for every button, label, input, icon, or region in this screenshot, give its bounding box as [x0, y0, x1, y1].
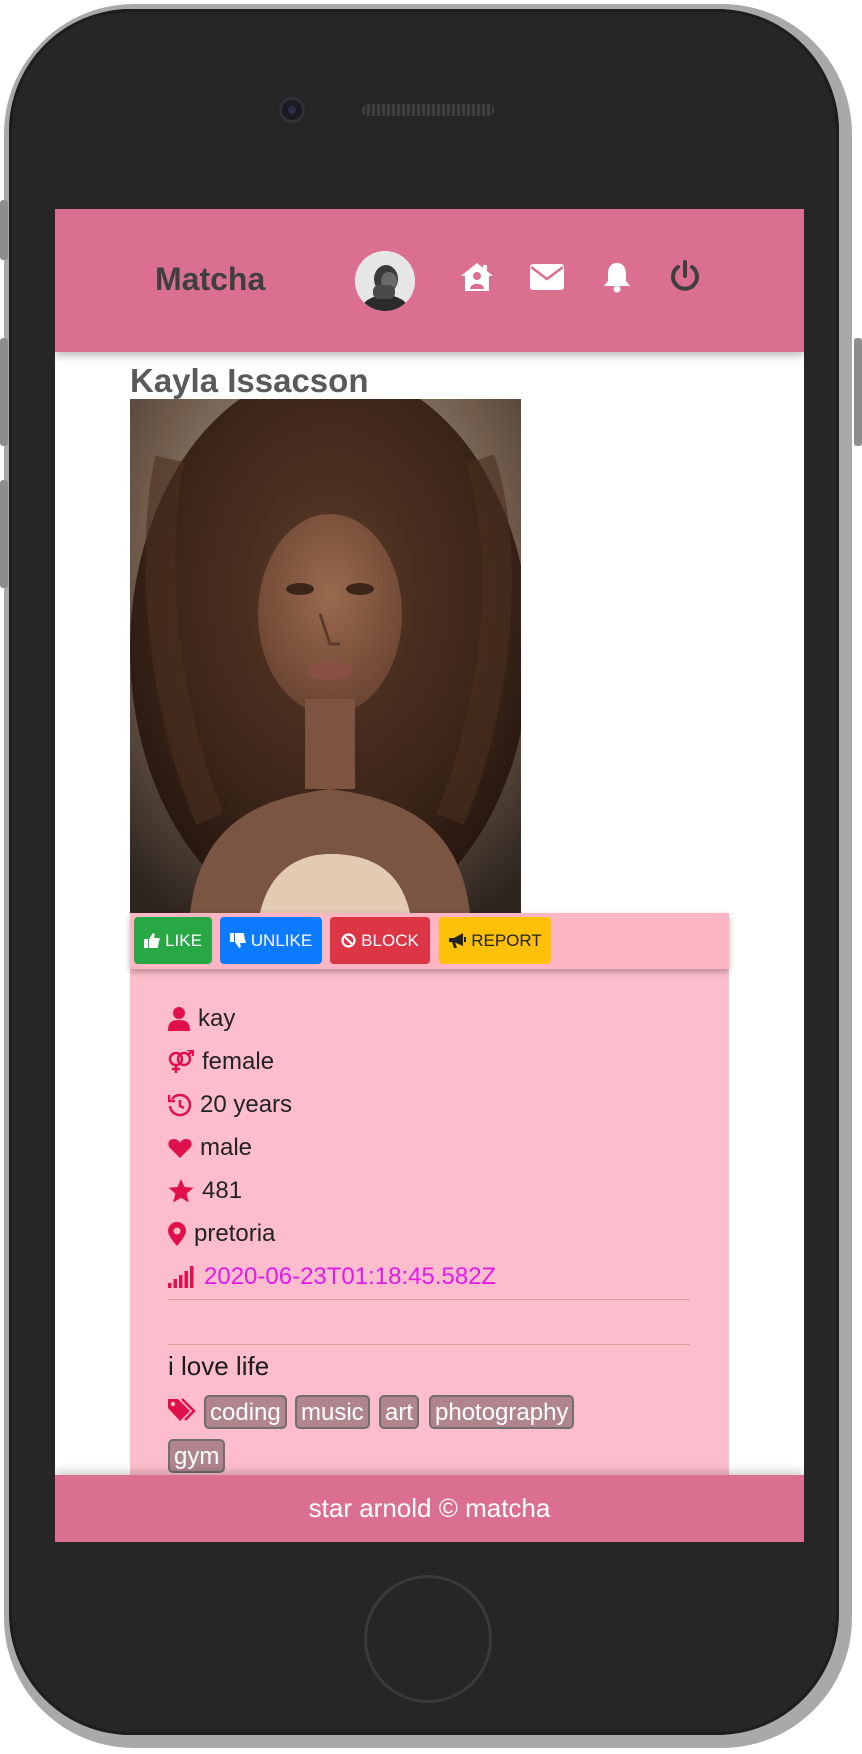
- tag-chip[interactable]: music: [295, 1395, 370, 1429]
- star-icon: [168, 1179, 194, 1203]
- age-value: 20 years: [200, 1091, 293, 1118]
- username-value: kay: [198, 1005, 236, 1032]
- ban-icon: [341, 933, 356, 948]
- phone-side-button: [0, 338, 8, 446]
- location-row: pretoria: [168, 1216, 275, 1252]
- bullhorn-icon: [449, 933, 467, 948]
- tag-chip[interactable]: photography: [429, 1395, 575, 1429]
- rating-value: 481: [202, 1177, 243, 1204]
- report-button[interactable]: REPORT: [439, 917, 551, 964]
- divider: [168, 1344, 690, 1345]
- like-label: LIKE: [165, 930, 202, 950]
- age-row: 20 years: [168, 1087, 292, 1123]
- thumbs-down-icon: [229, 933, 246, 948]
- last-seen-row: 2020-06-23T01:18:45.582Z: [168, 1259, 496, 1295]
- tag-chip[interactable]: gym: [168, 1439, 226, 1473]
- gender-value: female: [202, 1048, 275, 1075]
- heart-icon: [168, 1139, 192, 1158]
- report-label: REPORT: [471, 930, 542, 950]
- profile-name: Kayla Issacson: [130, 362, 369, 399]
- tag-chip[interactable]: art: [379, 1395, 420, 1429]
- signal-icon: [168, 1266, 194, 1288]
- phone-side-button: [0, 200, 8, 260]
- phone-side-button: [0, 480, 8, 588]
- tags-icon: [168, 1398, 196, 1421]
- user-icon: [168, 1007, 190, 1031]
- bio-text: i love life: [168, 1351, 270, 1381]
- unlike-label: UNLIKE: [250, 930, 313, 950]
- footer-text: star arnold © matcha: [308, 1493, 551, 1523]
- profile-card: LIKE UNLIKE BLOCK REPORT kay female 20 y…: [130, 913, 729, 1513]
- venus-mars-icon: [168, 1050, 194, 1073]
- location-value: pretoria: [194, 1220, 276, 1247]
- brand-title[interactable]: Matcha: [155, 261, 265, 298]
- like-button[interactable]: LIKE: [134, 917, 212, 964]
- profile-photo: [130, 399, 521, 913]
- home-icon[interactable]: [457, 257, 497, 297]
- history-icon: [168, 1093, 192, 1117]
- app-screen: Matcha Kayla Issacson LIKE UNLIKE BLOCK …: [55, 209, 804, 1542]
- navbar: Matcha: [55, 209, 804, 352]
- action-bar: LIKE UNLIKE BLOCK REPORT: [130, 913, 729, 969]
- front-camera: [282, 100, 302, 120]
- envelope-icon[interactable]: [527, 257, 567, 297]
- phone-home-button: [364, 1575, 492, 1703]
- profile-content: Kayla Issacson LIKE UNLIKE BLOCK REPORT …: [130, 352, 730, 1513]
- map-marker-icon: [168, 1222, 186, 1246]
- last-seen-value: 2020-06-23T01:18:45.582Z: [204, 1263, 497, 1290]
- thumbs-up-icon: [144, 933, 160, 948]
- gender-row: female: [168, 1044, 274, 1080]
- tag-chip[interactable]: coding: [204, 1395, 287, 1429]
- unlike-button[interactable]: UNLIKE: [220, 917, 322, 964]
- block-label: BLOCK: [361, 930, 419, 950]
- preference-value: male: [200, 1134, 253, 1161]
- bell-icon[interactable]: [597, 257, 637, 297]
- divider: [168, 1299, 690, 1300]
- preference-row: male: [168, 1130, 252, 1166]
- user-avatar[interactable]: [355, 251, 415, 311]
- power-icon[interactable]: [665, 257, 705, 297]
- rating-row: 481: [168, 1173, 242, 1209]
- block-button[interactable]: BLOCK: [330, 917, 430, 964]
- username-row: kay: [168, 1001, 235, 1037]
- phone-side-button: [854, 338, 862, 446]
- earpiece-speaker: [362, 104, 494, 116]
- footer: star arnold © matcha: [55, 1475, 804, 1542]
